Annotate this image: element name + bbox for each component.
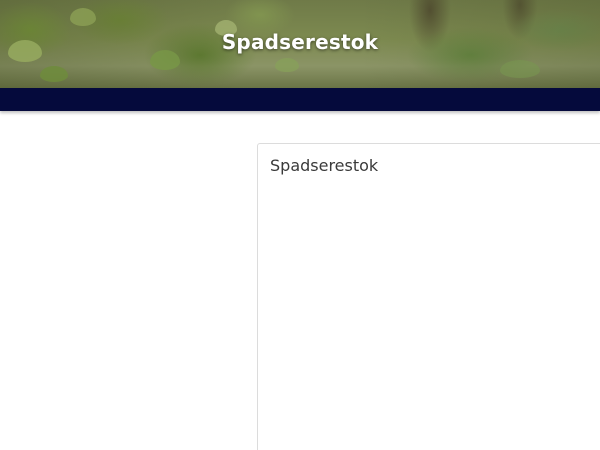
content-card: Spadserestok	[257, 143, 600, 450]
foliage-decoration	[70, 8, 96, 26]
foliage-decoration	[500, 60, 540, 78]
navigation-bar	[0, 88, 600, 111]
hero-banner: Spadserestok	[0, 0, 600, 88]
card-title: Spadserestok	[270, 156, 379, 175]
foliage-decoration	[275, 58, 299, 72]
hero-title: Spadserestok	[221, 30, 379, 54]
page: Spadserestok Spadserestok	[0, 0, 600, 450]
foliage-decoration	[40, 66, 68, 82]
